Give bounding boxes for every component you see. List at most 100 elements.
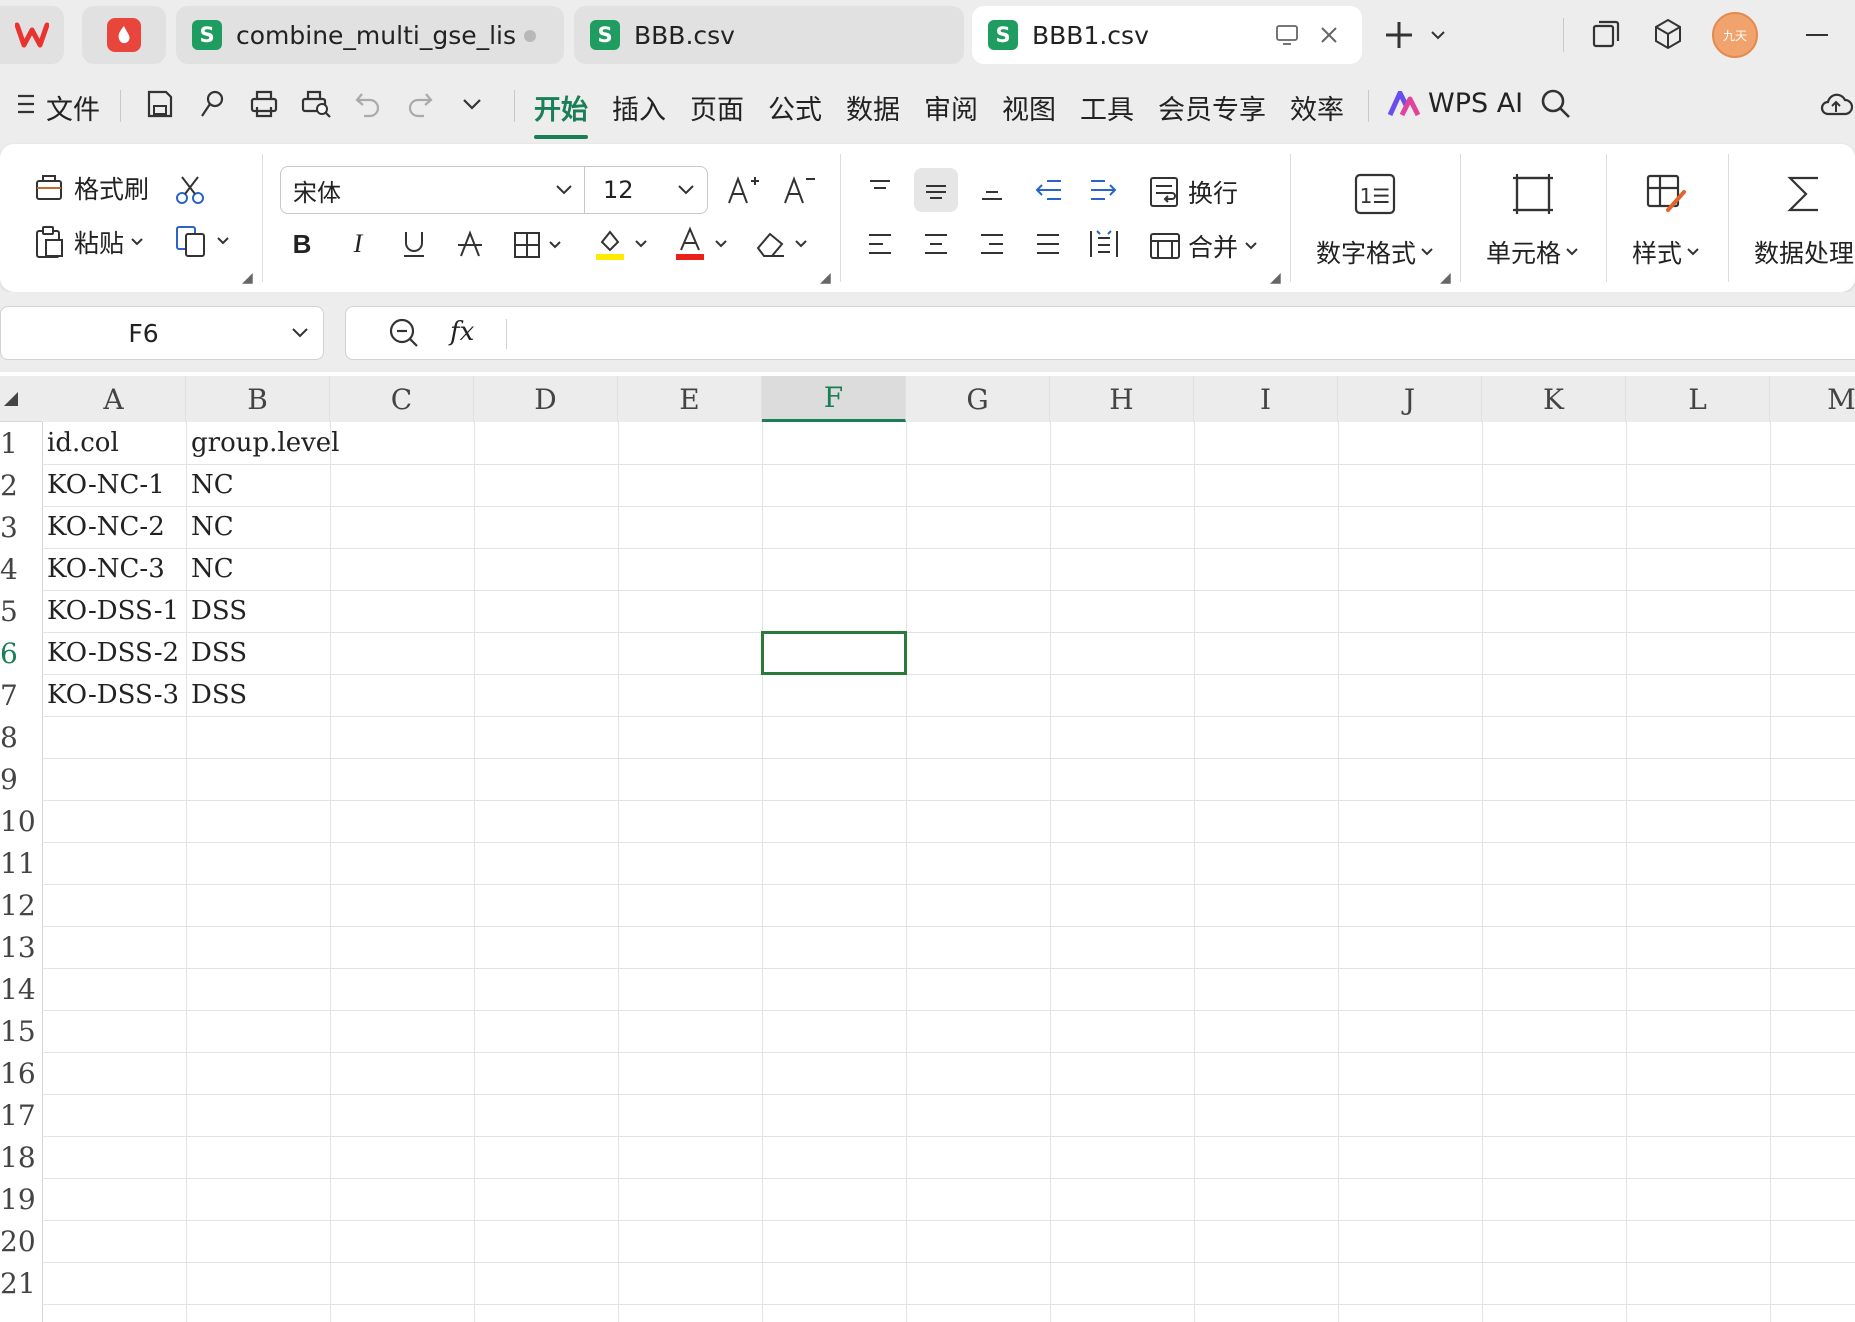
column-header-h[interactable]: H (1050, 376, 1194, 422)
close-tab-icon[interactable] (1316, 22, 1342, 48)
pdf-app-icon[interactable] (82, 6, 166, 64)
column-header-f[interactable]: F (762, 376, 906, 422)
number-format-button[interactable]: 1☰ 数字格式 (1316, 164, 1434, 270)
align-center-icon[interactable] (914, 222, 958, 266)
row-header-9[interactable]: 9 (0, 758, 42, 800)
italic-icon[interactable]: I (336, 222, 380, 266)
tab-data[interactable]: 数据 (846, 88, 900, 127)
fill-color-button[interactable] (594, 226, 648, 262)
wps-ai-label[interactable]: WPS AI (1428, 88, 1523, 119)
wrap-text-button[interactable]: 换行 (1148, 174, 1238, 210)
row-header-20[interactable]: 20 (0, 1220, 42, 1262)
row-header-17[interactable]: 17 (0, 1094, 42, 1136)
row-header-5[interactable]: 5 (0, 590, 42, 632)
cell-b6[interactable]: DSS (191, 632, 247, 674)
print-preview-icon[interactable] (298, 86, 334, 122)
cell-b2[interactable]: NC (191, 464, 234, 506)
cell-a4[interactable]: KO-NC-3 (47, 548, 165, 590)
column-header-g[interactable]: G (906, 376, 1050, 422)
save-icon[interactable] (142, 86, 178, 122)
row-header-13[interactable]: 13 (0, 926, 42, 968)
column-header-l[interactable]: L (1626, 376, 1770, 422)
new-tab-icon[interactable] (1380, 16, 1418, 54)
tab-view[interactable]: 视图 (1002, 88, 1056, 127)
expand-corner-icon[interactable]: ◢ (1440, 270, 1451, 286)
cell-b7[interactable]: DSS (191, 674, 247, 716)
print-icon[interactable] (246, 86, 282, 122)
align-bottom-icon[interactable] (970, 168, 1014, 212)
align-left-icon[interactable] (858, 222, 902, 266)
row-header-18[interactable]: 18 (0, 1136, 42, 1178)
underline-icon[interactable] (392, 222, 436, 266)
border-button[interactable] (512, 230, 562, 260)
expand-corner-icon[interactable]: ◢ (1270, 270, 1281, 286)
hamburger-icon[interactable] (8, 86, 44, 122)
tab-start[interactable]: 开始 (534, 88, 588, 139)
select-all-icon[interactable] (4, 392, 18, 406)
column-header-j[interactable]: J (1338, 376, 1482, 422)
row-header-16[interactable]: 16 (0, 1052, 42, 1094)
row-header-21[interactable]: 21 (0, 1262, 42, 1304)
row-header-14[interactable]: 14 (0, 968, 42, 1010)
name-box[interactable]: F6 (0, 306, 324, 360)
chevron-down-icon[interactable] (291, 327, 309, 339)
row-header-10[interactable]: 10 (0, 800, 42, 842)
search-icon[interactable] (1538, 86, 1574, 122)
font-decrease-icon[interactable] (778, 168, 822, 212)
font-increase-icon[interactable] (722, 168, 766, 212)
undo-icon[interactable] (350, 86, 386, 122)
column-header-i[interactable]: I (1194, 376, 1338, 422)
tab-efficiency[interactable]: 效率 (1290, 88, 1344, 127)
strikethrough-icon[interactable] (448, 222, 492, 266)
column-header-d[interactable]: D (474, 376, 618, 422)
cell-b1[interactable]: group.level (191, 422, 339, 464)
row-header-8[interactable]: 8 (0, 716, 42, 758)
tab-member[interactable]: 会员专享 (1158, 88, 1266, 127)
wps-ai-icon[interactable] (1386, 86, 1422, 122)
selected-cell[interactable] (761, 631, 907, 675)
avatar[interactable]: 九天 (1712, 12, 1758, 58)
pen-icon[interactable] (194, 86, 230, 122)
column-header-a[interactable]: A (42, 376, 186, 422)
tab-formula[interactable]: 公式 (768, 88, 822, 127)
tab-bbb1-csv[interactable]: S BBB1.csv (972, 6, 1362, 64)
cell-b3[interactable]: NC (191, 506, 234, 548)
data-processing-button[interactable]: 数据处理 (1754, 164, 1854, 270)
style-button[interactable]: 样式 (1632, 164, 1700, 270)
column-header-k[interactable]: K (1482, 376, 1626, 422)
justify-icon[interactable] (1026, 222, 1070, 266)
cell-a1[interactable]: id.col (47, 422, 119, 464)
tab-combine-multi-gse[interactable]: S combine_multi_gse_list_i (176, 6, 564, 64)
tab-bbb-csv[interactable]: S BBB.csv (574, 6, 964, 64)
align-right-icon[interactable] (970, 222, 1014, 266)
bold-icon[interactable]: B (280, 222, 324, 266)
align-middle-icon[interactable] (914, 168, 958, 212)
tab-insert[interactable]: 插入 (612, 88, 666, 127)
formula-input[interactable]: fx (345, 306, 1855, 360)
copy-button[interactable] (174, 224, 230, 258)
tab-tools[interactable]: 工具 (1080, 88, 1134, 127)
expand-corner-icon[interactable]: ◢ (820, 270, 831, 286)
row-header-2[interactable]: 2 (0, 464, 42, 506)
column-header-e[interactable]: E (618, 376, 762, 422)
font-size-select[interactable]: 12 (584, 166, 708, 214)
row-header-11[interactable]: 11 (0, 842, 42, 884)
menu-file[interactable]: 文件 (46, 88, 100, 127)
row-header-1[interactable]: 1 (0, 422, 42, 464)
clear-button[interactable] (754, 228, 808, 260)
column-header-b[interactable]: B (186, 376, 330, 422)
window-switch-icon[interactable] (1588, 16, 1624, 52)
distribute-icon[interactable] (1082, 222, 1126, 266)
cell-button[interactable]: 单元格 (1486, 164, 1579, 270)
cell-a7[interactable]: KO-DSS-3 (47, 674, 179, 716)
column-header-c[interactable]: C (330, 376, 474, 422)
row-header-4[interactable]: 4 (0, 548, 42, 590)
cell-a6[interactable]: KO-DSS-2 (47, 632, 179, 674)
row-header-12[interactable]: 12 (0, 884, 42, 926)
align-top-icon[interactable] (858, 168, 902, 212)
cell-b5[interactable]: DSS (191, 590, 247, 632)
chevron-down-icon[interactable] (1426, 20, 1450, 50)
cell-a3[interactable]: KO-NC-2 (47, 506, 165, 548)
wps-logo-icon[interactable] (0, 6, 64, 64)
screen-icon[interactable] (1274, 22, 1300, 48)
